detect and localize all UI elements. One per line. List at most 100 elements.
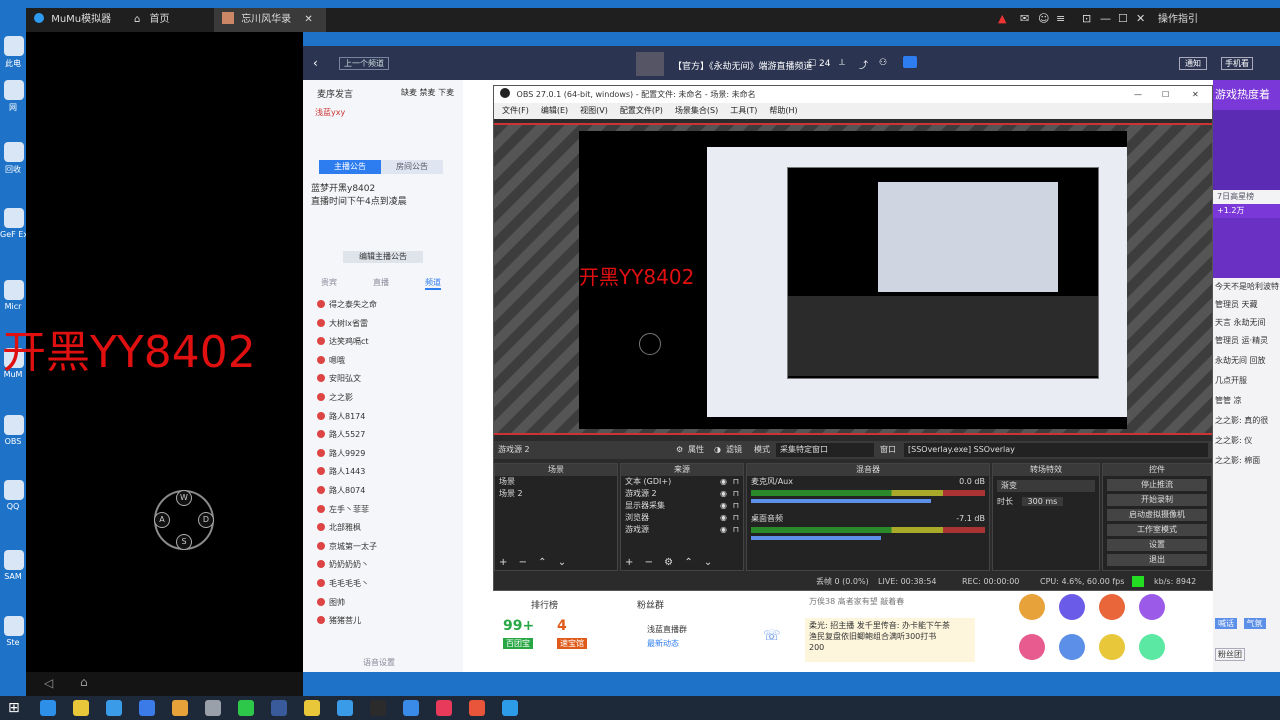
yy-icon[interactable]	[304, 700, 320, 716]
obs-icon[interactable]	[4, 415, 24, 435]
close-icon[interactable]: ✕	[304, 14, 312, 25]
minimize-icon[interactable]: —	[1100, 12, 1111, 25]
visibility-icon[interactable]: ◉	[720, 524, 727, 536]
member-row[interactable]: 北部雅枫	[317, 521, 361, 535]
control-button[interactable]: 启动虚拟摄像机	[1107, 509, 1207, 521]
back-arrow-icon[interactable]: ‹	[313, 56, 318, 70]
obs-menu-item[interactable]: 编辑(E)	[541, 106, 568, 115]
gift-icon[interactable]	[1019, 634, 1045, 660]
window-select[interactable]: [SSOverlay.exe] SSOverlay	[904, 443, 1208, 457]
tab-host-notice[interactable]: 主播公告	[319, 160, 381, 174]
tab-live[interactable]: 直播	[373, 277, 389, 288]
gift-icon[interactable]	[1139, 634, 1165, 660]
tab-game[interactable]: 忘川风华录 ✕	[214, 8, 326, 32]
properties-button[interactable]: 属性	[688, 441, 704, 459]
member-row[interactable]: 路人5527	[317, 428, 365, 442]
gift-icon[interactable]	[1059, 634, 1085, 660]
wechat-icon[interactable]	[238, 700, 254, 716]
add-source-icon[interactable]: +	[625, 557, 633, 568]
gift-icon[interactable]	[1019, 594, 1045, 620]
mobile-watch-button[interactable]: 手机看	[1221, 57, 1253, 70]
tab-vip[interactable]: 贵宾	[321, 277, 337, 288]
obs-menu-item[interactable]: 配置文件(P)	[620, 106, 663, 115]
lock-icon[interactable]: ⊓	[733, 488, 739, 500]
member-row[interactable]: 路人8174	[317, 410, 365, 424]
visibility-icon[interactable]: ◉	[720, 488, 727, 500]
desktop-volume-slider[interactable]	[751, 536, 881, 540]
gift-badge-2[interactable]: 速宝馆	[557, 638, 587, 649]
obs-minimize-icon[interactable]: —	[1134, 86, 1142, 103]
group-icon[interactable]: ⚇	[879, 58, 887, 68]
tab-home[interactable]: ⌂ 首页	[126, 8, 220, 32]
member-row[interactable]: 之之影	[317, 391, 353, 405]
screen-icon[interactable]	[903, 56, 917, 68]
obs-menu-item[interactable]: 视图(V)	[580, 106, 608, 115]
maximize-icon[interactable]: ☐	[1118, 12, 1128, 25]
source-item[interactable]: 浏览器 ◉ ⊓	[621, 512, 743, 524]
pin-icon[interactable]: ⊡	[1082, 12, 1091, 25]
add-icon[interactable]: +	[499, 557, 507, 568]
visibility-icon[interactable]: ◉	[720, 476, 727, 488]
promo-banner[interactable]: 游戏热度着	[1213, 80, 1280, 110]
computer-icon[interactable]	[4, 36, 24, 56]
filters-button[interactable]: 滤镜	[726, 441, 742, 459]
control-button[interactable]: 停止推流	[1107, 479, 1207, 491]
obs-menu-item[interactable]: 帮助(H)	[769, 106, 797, 115]
control-button[interactable]: 设置	[1107, 539, 1207, 551]
geforce-icon[interactable]	[4, 208, 24, 228]
pin-channel-icon[interactable]: ⟂	[839, 58, 845, 68]
day-rank-title[interactable]: 7日高星榜	[1213, 190, 1280, 204]
gift-icon[interactable]	[1059, 594, 1085, 620]
control-button[interactable]: 退出	[1107, 554, 1207, 566]
browser-icon[interactable]	[502, 700, 518, 716]
explorer-icon[interactable]	[73, 700, 89, 716]
mumu-app-tab[interactable]: MuMu模拟器	[26, 8, 142, 32]
store-icon[interactable]	[106, 700, 122, 716]
network-icon[interactable]	[4, 80, 24, 100]
dpad-control[interactable]: W A D S	[154, 490, 214, 550]
vm-icon[interactable]	[205, 700, 221, 716]
duration-input[interactable]: 300 ms	[1021, 497, 1064, 506]
source-item[interactable]: 游戏源 ◉ ⊓	[621, 524, 743, 536]
source-item[interactable]: 显示器采集 ◉ ⊓	[621, 500, 743, 512]
obs-menu-item[interactable]: 工具(T)	[730, 106, 757, 115]
edge-icon[interactable]	[4, 280, 24, 300]
source-item[interactable]: 文本 (GDI+) ◉ ⊓	[621, 476, 743, 488]
scene-item[interactable]: 场景	[495, 476, 617, 488]
lock-icon[interactable]: ⊓	[733, 500, 739, 512]
obs-icon[interactable]	[370, 700, 386, 716]
fans-group-button[interactable]: 粉丝团	[1215, 648, 1245, 661]
steam-icon[interactable]	[271, 700, 287, 716]
music-icon[interactable]	[436, 700, 452, 716]
edge-icon[interactable]	[40, 700, 56, 716]
transition-select[interactable]: 渐变	[997, 480, 1095, 492]
prev-channel-button[interactable]: 上一个频道	[339, 57, 389, 70]
mic-volume-slider[interactable]	[751, 499, 931, 503]
gift-icon[interactable]	[1099, 634, 1125, 660]
gift-icon[interactable]	[1099, 594, 1125, 620]
mic-user[interactable]: 浅蓝yxy	[315, 107, 345, 118]
member-row[interactable]: 图帅	[317, 596, 345, 610]
gift-icon[interactable]	[1139, 594, 1165, 620]
gear-icon[interactable]: ⚙	[676, 441, 683, 459]
source-settings-icon[interactable]: ⚙	[664, 557, 673, 568]
move-down-icon[interactable]: ⌄	[558, 557, 566, 568]
user-icon[interactable]: ☺	[1038, 12, 1049, 25]
atmosphere-button[interactable]: 气氛	[1243, 618, 1266, 629]
windows-start-icon[interactable]: ⊞	[8, 700, 24, 716]
member-row[interactable]: 嗯哦	[317, 354, 345, 368]
notify-button[interactable]: 通知	[1179, 57, 1207, 70]
member-row[interactable]: 大树lx省雷	[317, 317, 368, 331]
recycle-bin-icon[interactable]	[4, 142, 24, 162]
warning-icon[interactable]: ▲	[998, 12, 1006, 25]
gift-badge-1[interactable]: 百团宝	[503, 638, 533, 649]
tab-room-notice[interactable]: 房间公告	[381, 160, 443, 174]
lock-icon[interactable]: ⊓	[733, 476, 739, 488]
member-row[interactable]: 安阳弘文	[317, 372, 361, 386]
game-icon[interactable]	[337, 700, 353, 716]
obs-preview[interactable]: 开黑YY8402	[494, 123, 1212, 435]
qq-icon[interactable]	[4, 480, 24, 500]
member-row[interactable]: 京城第一太子	[317, 540, 377, 554]
mode-select[interactable]: 采集特定窗口	[776, 443, 874, 457]
menu-icon[interactable]: ≡	[1056, 12, 1065, 25]
